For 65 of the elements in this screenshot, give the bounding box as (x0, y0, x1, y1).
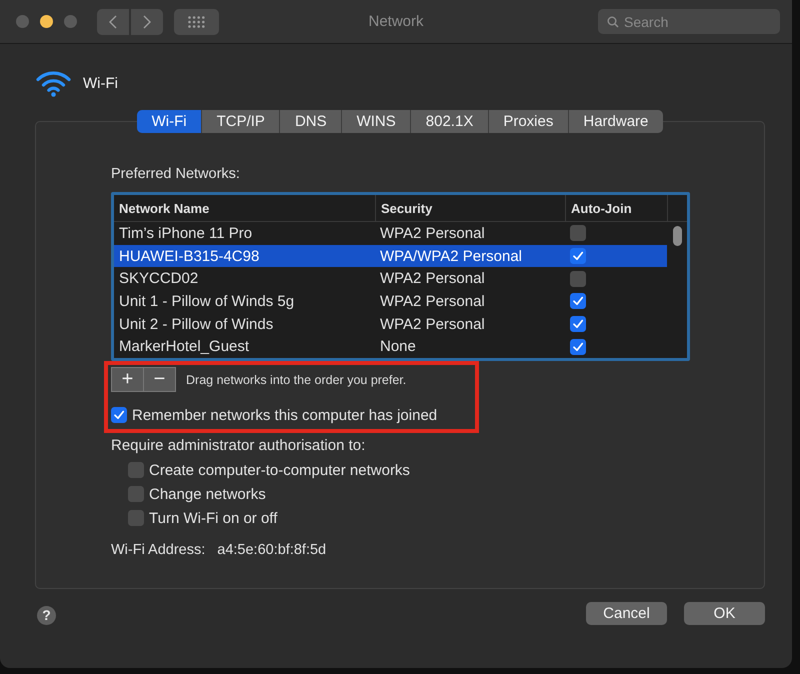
ok-button[interactable]: OK (684, 602, 765, 625)
table-row[interactable]: HUAWEI-B315-4C98 WPA/WPA2 Personal (114, 244, 667, 268)
checkbox-label[interactable]: Change networks (149, 486, 266, 503)
checkbox[interactable] (570, 270, 586, 287)
table-cell-text: None (379, 338, 417, 356)
add-button[interactable]: + (112, 368, 143, 392)
checkbox[interactable] (570, 293, 586, 310)
traffic-light-button[interactable] (40, 15, 53, 28)
wifi-icon (36, 70, 71, 96)
table-row[interactable]: Unit 2 - Pillow of Winds WPA2 Personal (114, 312, 667, 336)
section-label: Preferred Networks: (111, 165, 240, 183)
section-label: Require administrator authorisation to: (111, 437, 366, 456)
table-cell-text: Tim’s iPhone 11 Pro (118, 224, 254, 242)
column-header[interactable]: Network Name (114, 195, 375, 221)
checkbox[interactable] (570, 338, 586, 355)
window-title: Network (368, 13, 424, 30)
table-row[interactable]: Unit 1 - Pillow of Winds 5g WPA2 Personal (114, 290, 667, 313)
table-cell-text: HUAWEI-B315-4C98 (118, 248, 260, 265)
tab[interactable]: Hardware (568, 110, 663, 133)
cancel-button[interactable]: Cancel (586, 602, 667, 625)
table-row[interactable]: MarkerHotel_Guest None (114, 335, 667, 358)
tab[interactable]: Proxies (488, 110, 568, 133)
table-cell-text: WPA/WPA2 Personal (379, 248, 523, 265)
search-field[interactable]: Search (598, 9, 780, 34)
table-row[interactable]: SKYCCD02 WPA2 Personal (114, 267, 667, 290)
grid-icon (188, 16, 205, 28)
chevron-right-icon (143, 14, 151, 28)
table-cell-text: SKYCCD02 (118, 270, 200, 288)
table-cell-text: WPA2 Personal (379, 224, 486, 242)
tab[interactable]: Wi-Fi (137, 110, 202, 133)
hint-text: Drag networks into the order you prefer. (186, 372, 406, 387)
checkbox-label[interactable]: Remember networks this computer has joined (132, 406, 438, 424)
checkbox[interactable] (570, 248, 586, 264)
table-cell-text: Unit 1 - Pillow of Winds 5g (118, 292, 296, 310)
checkbox[interactable] (111, 407, 127, 424)
table-cell-text: WPA2 Personal (379, 270, 486, 288)
checkbox[interactable] (570, 316, 586, 332)
address-label: Wi-Fi Address: (111, 541, 206, 560)
back-button[interactable] (97, 8, 129, 34)
tab[interactable]: TCP/IP (202, 110, 280, 133)
service-name: Wi-Fi (83, 74, 118, 92)
show-all-button[interactable] (174, 8, 219, 34)
search-icon (607, 16, 619, 28)
chevron-left-icon (109, 14, 117, 28)
checkbox[interactable] (128, 510, 144, 526)
tab[interactable]: WINS (342, 110, 410, 133)
remove-button[interactable]: − (144, 368, 175, 392)
address-value: a4:5e:60:bf:8f:5d (217, 541, 326, 560)
table-cell-text: WPA2 Personal (379, 292, 486, 310)
tab[interactable]: DNS (280, 110, 342, 133)
checkbox-label[interactable]: Create computer-to-computer networks (149, 462, 410, 479)
help-button[interactable]: ? (37, 606, 56, 624)
tab[interactable]: 802.1X (411, 110, 488, 133)
checkbox[interactable] (128, 486, 144, 502)
checkbox[interactable] (128, 462, 144, 478)
table-cell-text: MarkerHotel_Guest (118, 338, 250, 356)
table-cell-text: Unit 2 - Pillow of Winds (118, 316, 274, 333)
table-cell-text: WPA2 Personal (379, 316, 486, 333)
table-row[interactable]: Tim’s iPhone 11 Pro WPA2 Personal (114, 222, 667, 245)
checkbox[interactable] (570, 225, 586, 242)
scrollbar-thumb[interactable] (672, 226, 682, 246)
checkbox-label[interactable]: Turn Wi-Fi on or off (149, 510, 278, 527)
forward-button[interactable] (131, 8, 163, 34)
column-header[interactable]: Security (375, 195, 565, 221)
column-header[interactable]: Auto-Join (565, 195, 667, 221)
